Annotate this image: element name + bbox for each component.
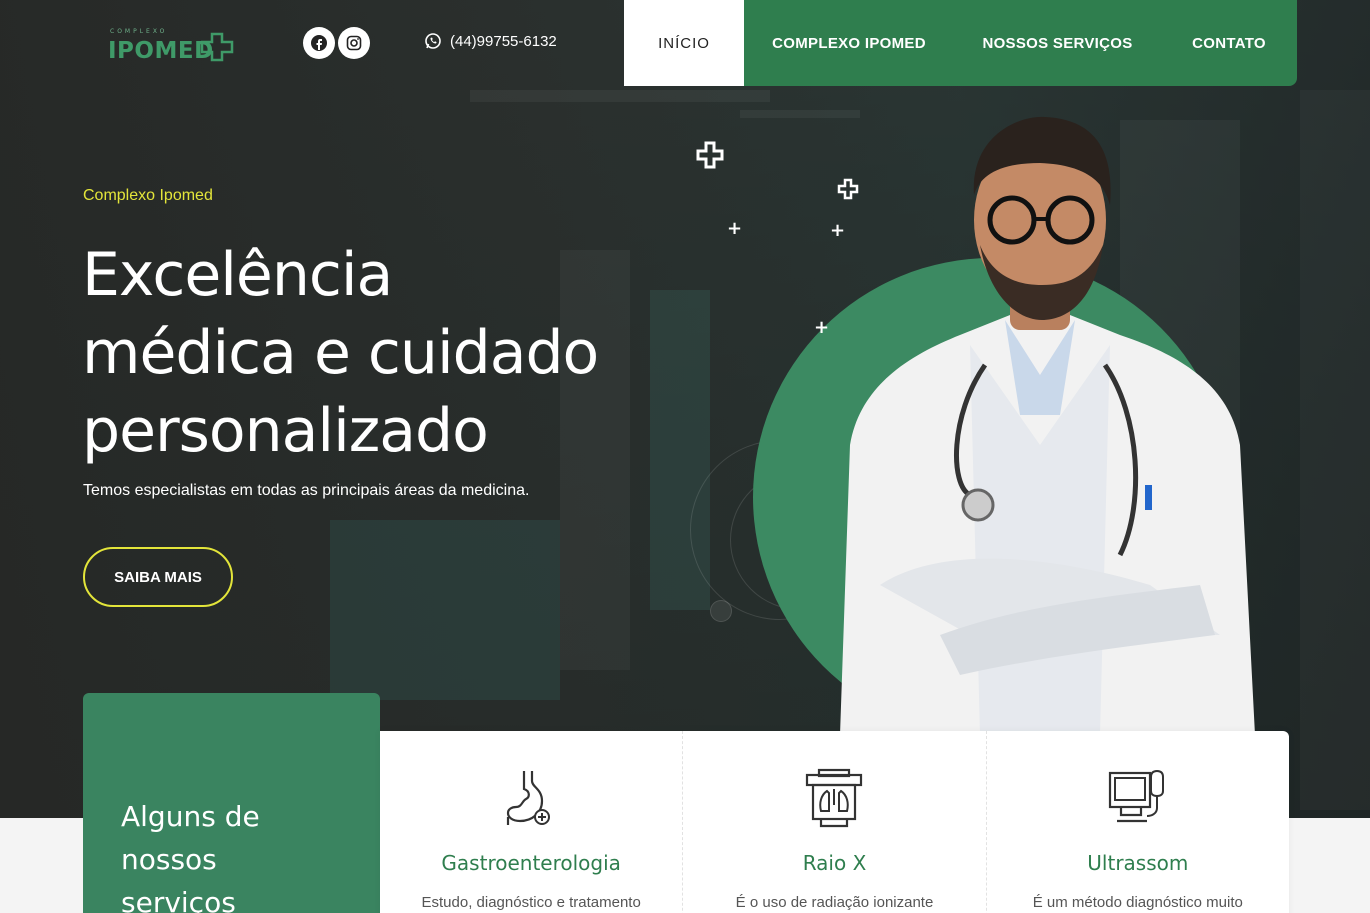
services-title-line-3: serviços [121,886,236,913]
services-title-line-1: Alguns de [121,800,260,833]
stomach-icon [507,771,551,825]
logo-text: IPOMED [108,38,214,64]
instagram-button[interactable] [338,27,370,59]
nav-item-inicio[interactable]: INÍCIO [624,0,744,86]
plus-icon: + [830,220,846,241]
services-heading-box: Alguns de nossos serviços [83,693,380,913]
services-title-line-2: nossos [121,843,217,876]
decorative-ring [710,600,732,622]
facebook-icon [311,35,327,51]
service-card-desc: Estudo, diagnóstico e tratamento [421,894,641,911]
doctor-image [840,116,1255,735]
nav-item-complexo-ipomed[interactable]: COMPLEXO IPOMED [744,0,954,86]
service-card-gastroenterologia[interactable]: Gastroenterologia Estudo, diagnóstico e … [380,731,682,913]
service-card-desc: É um método diagnóstico muito [1032,894,1243,911]
service-card-title: Gastroenterologia [441,851,621,875]
ultrasound-icon [1108,769,1164,823]
main-nav: INÍCIO COMPLEXO IPOMED NOSSOS SERVIÇOS C… [624,0,1297,86]
whatsapp-icon [425,33,441,49]
phone-number: (44)99755-6132 [450,32,557,50]
logo[interactable]: COMPLEXO IPOMED [108,28,234,68]
headline-line-1: Excelência [82,240,393,310]
plus-icon: + [727,218,743,239]
hero-eyebrow: Complexo Ipomed [83,187,213,204]
hero-subtitle: Temos especialistas em todas as principa… [83,482,530,499]
nav-item-contato[interactable]: CONTATO [1161,0,1297,86]
plus-icon: + [814,317,830,338]
logo-small-text: COMPLEXO [110,28,168,35]
medical-cross-icon [201,32,234,62]
hero-headline: Excelência médica e cuidado personalizad… [82,236,642,470]
plus-outline-icon [696,141,724,169]
service-card-raio-x[interactable]: Raio X É o uso de radiação ionizante [682,731,985,913]
services-title: Alguns de nossos serviços [121,795,260,913]
nav-item-nossos-servicos[interactable]: NOSSOS SERVIÇOS [954,0,1161,86]
facebook-button[interactable] [303,27,335,59]
saiba-mais-button[interactable]: SAIBA MAIS [83,547,233,607]
headline-line-3: personalizado [82,396,489,466]
instagram-icon [346,35,362,51]
service-card-ultrassom[interactable]: Ultrassom É um método diagnóstico muito [985,731,1289,913]
service-card-desc: É o uso de radiação ionizante [735,894,934,911]
service-card-title: Raio X [802,851,867,875]
headline-line-2: médica e cuidado [82,318,599,388]
service-card-title: Ultrassom [1087,851,1189,875]
phone-link[interactable]: (44)99755-6132 [424,32,557,50]
xray-icon [806,768,863,828]
service-cards: Gastroenterologia Estudo, diagnóstico e … [380,731,1289,913]
plus-outline-icon [837,178,859,200]
